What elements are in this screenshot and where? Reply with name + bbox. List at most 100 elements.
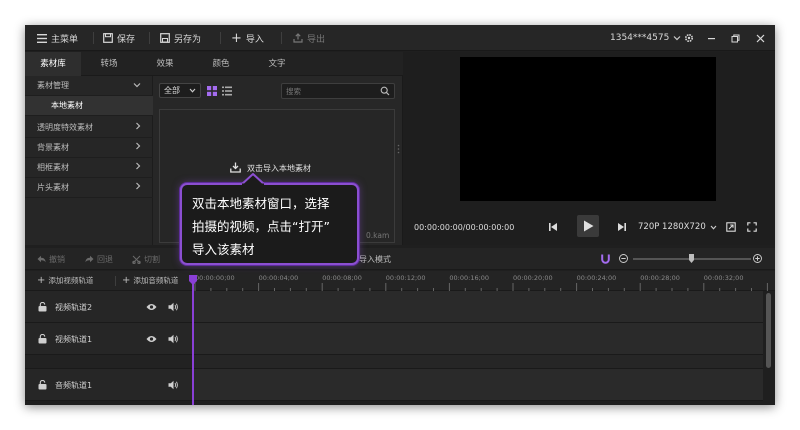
eye-icon[interactable] <box>146 303 157 314</box>
account-menu[interactable]: 1354***4575 <box>610 25 681 51</box>
sidebar-item-label: 透明度特效素材 <box>37 123 93 132</box>
ruler-time-label: 00:00:28;00 <box>640 274 680 282</box>
lock-icon[interactable] <box>38 301 47 315</box>
chevron-right-icon <box>135 158 141 178</box>
title-bar: 主菜单 保存 另存为 + 导入 导出 1354***4575 <box>25 25 775 51</box>
magnet-icon[interactable] <box>601 254 610 267</box>
timecode: 00:00:00:00/00:00:00:00 <box>414 223 515 232</box>
search-input[interactable] <box>286 85 376 97</box>
fullscreen-icon[interactable] <box>747 222 757 235</box>
tab-color[interactable]: 颜色 <box>193 52 249 76</box>
main-menu-button[interactable]: 主菜单 <box>37 25 78 51</box>
minimize-icon <box>707 34 716 43</box>
editor-window: 主菜单 保存 另存为 + 导入 导出 1354***4575 素材库 转场 效果… <box>25 25 775 405</box>
sidebar-item-backgrounds[interactable]: 背景素材 <box>25 138 153 158</box>
track-lane-video-2[interactable] <box>193 291 763 323</box>
sidebar-item-local-media[interactable]: 本地素材 <box>25 96 153 116</box>
ruler-time-label: 00:00:16;00 <box>449 274 490 282</box>
export-button[interactable]: 导出 <box>293 25 325 51</box>
chevron-down-icon <box>673 35 681 41</box>
import-mode-label: 导入模式 <box>359 254 391 264</box>
volume-icon[interactable] <box>168 334 179 347</box>
restore-button[interactable] <box>731 25 740 51</box>
sidebar-item-transparency-effects[interactable]: 透明度特效素材 <box>25 118 153 138</box>
volume-icon[interactable] <box>168 380 179 393</box>
divider <box>149 32 150 44</box>
menu-icon <box>37 33 47 43</box>
settings-button[interactable] <box>684 25 694 51</box>
grid-view-icon[interactable] <box>207 86 217 99</box>
skip-forward-icon[interactable] <box>617 222 627 235</box>
chevron-right-icon <box>135 138 141 158</box>
timeline-ruler[interactable]: 00:00:00;00 00:00:04;00 00:00:08;00 00:00:1… <box>193 271 775 291</box>
timeline-scrollbar[interactable] <box>763 291 775 405</box>
list-view-icon[interactable] <box>222 86 232 99</box>
track-lane-video-1[interactable] <box>193 323 763 355</box>
redo-button[interactable]: 回退 <box>85 248 113 270</box>
timeline-toolbar: 撤销 回退 切割 导入模式 <box>25 248 775 270</box>
import-button[interactable]: + 导入 <box>231 25 264 51</box>
undo-icon <box>37 255 46 263</box>
tab-library[interactable]: 素材库 <box>25 52 81 76</box>
save-button[interactable]: 保存 <box>103 25 135 51</box>
filter-value: 全部 <box>164 86 180 95</box>
plus-icon: + <box>231 30 242 46</box>
tab-transitions[interactable]: 转场 <box>81 52 137 76</box>
zoom-in-icon[interactable] <box>753 254 762 266</box>
undo-button[interactable]: 撤销 <box>37 248 65 270</box>
tab-effects[interactable]: 效果 <box>137 52 193 76</box>
ruler-time-label: 00:00:00;00 <box>195 274 235 282</box>
tab-text[interactable]: 文字 <box>249 52 305 76</box>
play-button[interactable] <box>577 215 599 237</box>
track-header-audio-1: 音频轨道1 <box>25 369 193 401</box>
chevron-down-icon <box>710 225 717 230</box>
volume-icon[interactable] <box>168 302 179 315</box>
eye-icon[interactable] <box>146 335 157 346</box>
playhead-handle[interactable] <box>189 275 197 285</box>
track-label: 视频轨道2 <box>55 303 93 312</box>
tooltip-line-3: 导入该素材 <box>192 242 255 257</box>
tooltip-pointer <box>239 173 267 185</box>
preview-screen <box>460 57 716 201</box>
save-as-button[interactable]: 另存为 <box>160 25 201 51</box>
export-label: 导出 <box>307 34 326 45</box>
import-mode-button[interactable]: 导入模式 <box>359 248 391 270</box>
close-icon <box>756 34 765 43</box>
add-video-track-button[interactable]: + 添加视频轨道 <box>37 275 93 286</box>
save-as-label: 另存为 <box>174 34 202 45</box>
track-header-video-1: 视频轨道1 <box>25 323 193 355</box>
chevron-down-icon <box>189 88 196 93</box>
minimize-button[interactable] <box>707 25 716 51</box>
skip-back-icon[interactable] <box>548 222 558 235</box>
resolution-dropdown[interactable]: 720P 1280X720 <box>638 222 717 232</box>
lock-icon[interactable] <box>38 333 47 347</box>
save-label: 保存 <box>117 34 136 45</box>
filter-dropdown[interactable]: 全部 <box>159 83 201 98</box>
search-box[interactable] <box>281 83 395 99</box>
sidebar-item-media-management[interactable]: 素材管理 <box>25 76 153 96</box>
lock-icon[interactable] <box>38 379 47 393</box>
playhead[interactable] <box>192 275 194 405</box>
track-spacer-lane <box>193 355 763 369</box>
gear-icon <box>684 33 694 43</box>
play-icon <box>583 220 594 232</box>
sidebar-item-label: 片头素材 <box>37 183 69 192</box>
cut-button[interactable]: 切割 <box>132 248 160 270</box>
sidebar-item-frames[interactable]: 相框素材 <box>25 158 153 178</box>
divider <box>115 276 116 286</box>
save-as-icon <box>160 33 170 43</box>
popout-icon[interactable] <box>726 222 736 235</box>
tooltip-line-1: 双击本地素材窗口，选择 <box>192 196 330 211</box>
zoom-slider-handle[interactable] <box>689 254 694 263</box>
track-spacer <box>25 355 193 369</box>
close-button[interactable] <box>756 25 765 51</box>
track-lane-audio-1[interactable] <box>193 369 763 401</box>
ruler-time-label: 00:00:08;00 <box>322 274 362 282</box>
import-label: 导入 <box>245 34 264 45</box>
scrollbar-thumb[interactable] <box>766 293 771 368</box>
panel-resize-handle[interactable] <box>397 144 400 154</box>
ruler-time-label: 00:00:24;00 <box>576 274 617 282</box>
zoom-out-icon[interactable] <box>619 254 628 266</box>
sidebar-item-intros[interactable]: 片头素材 <box>25 178 153 198</box>
add-audio-track-button[interactable]: + 添加音频轨道 <box>122 275 178 286</box>
